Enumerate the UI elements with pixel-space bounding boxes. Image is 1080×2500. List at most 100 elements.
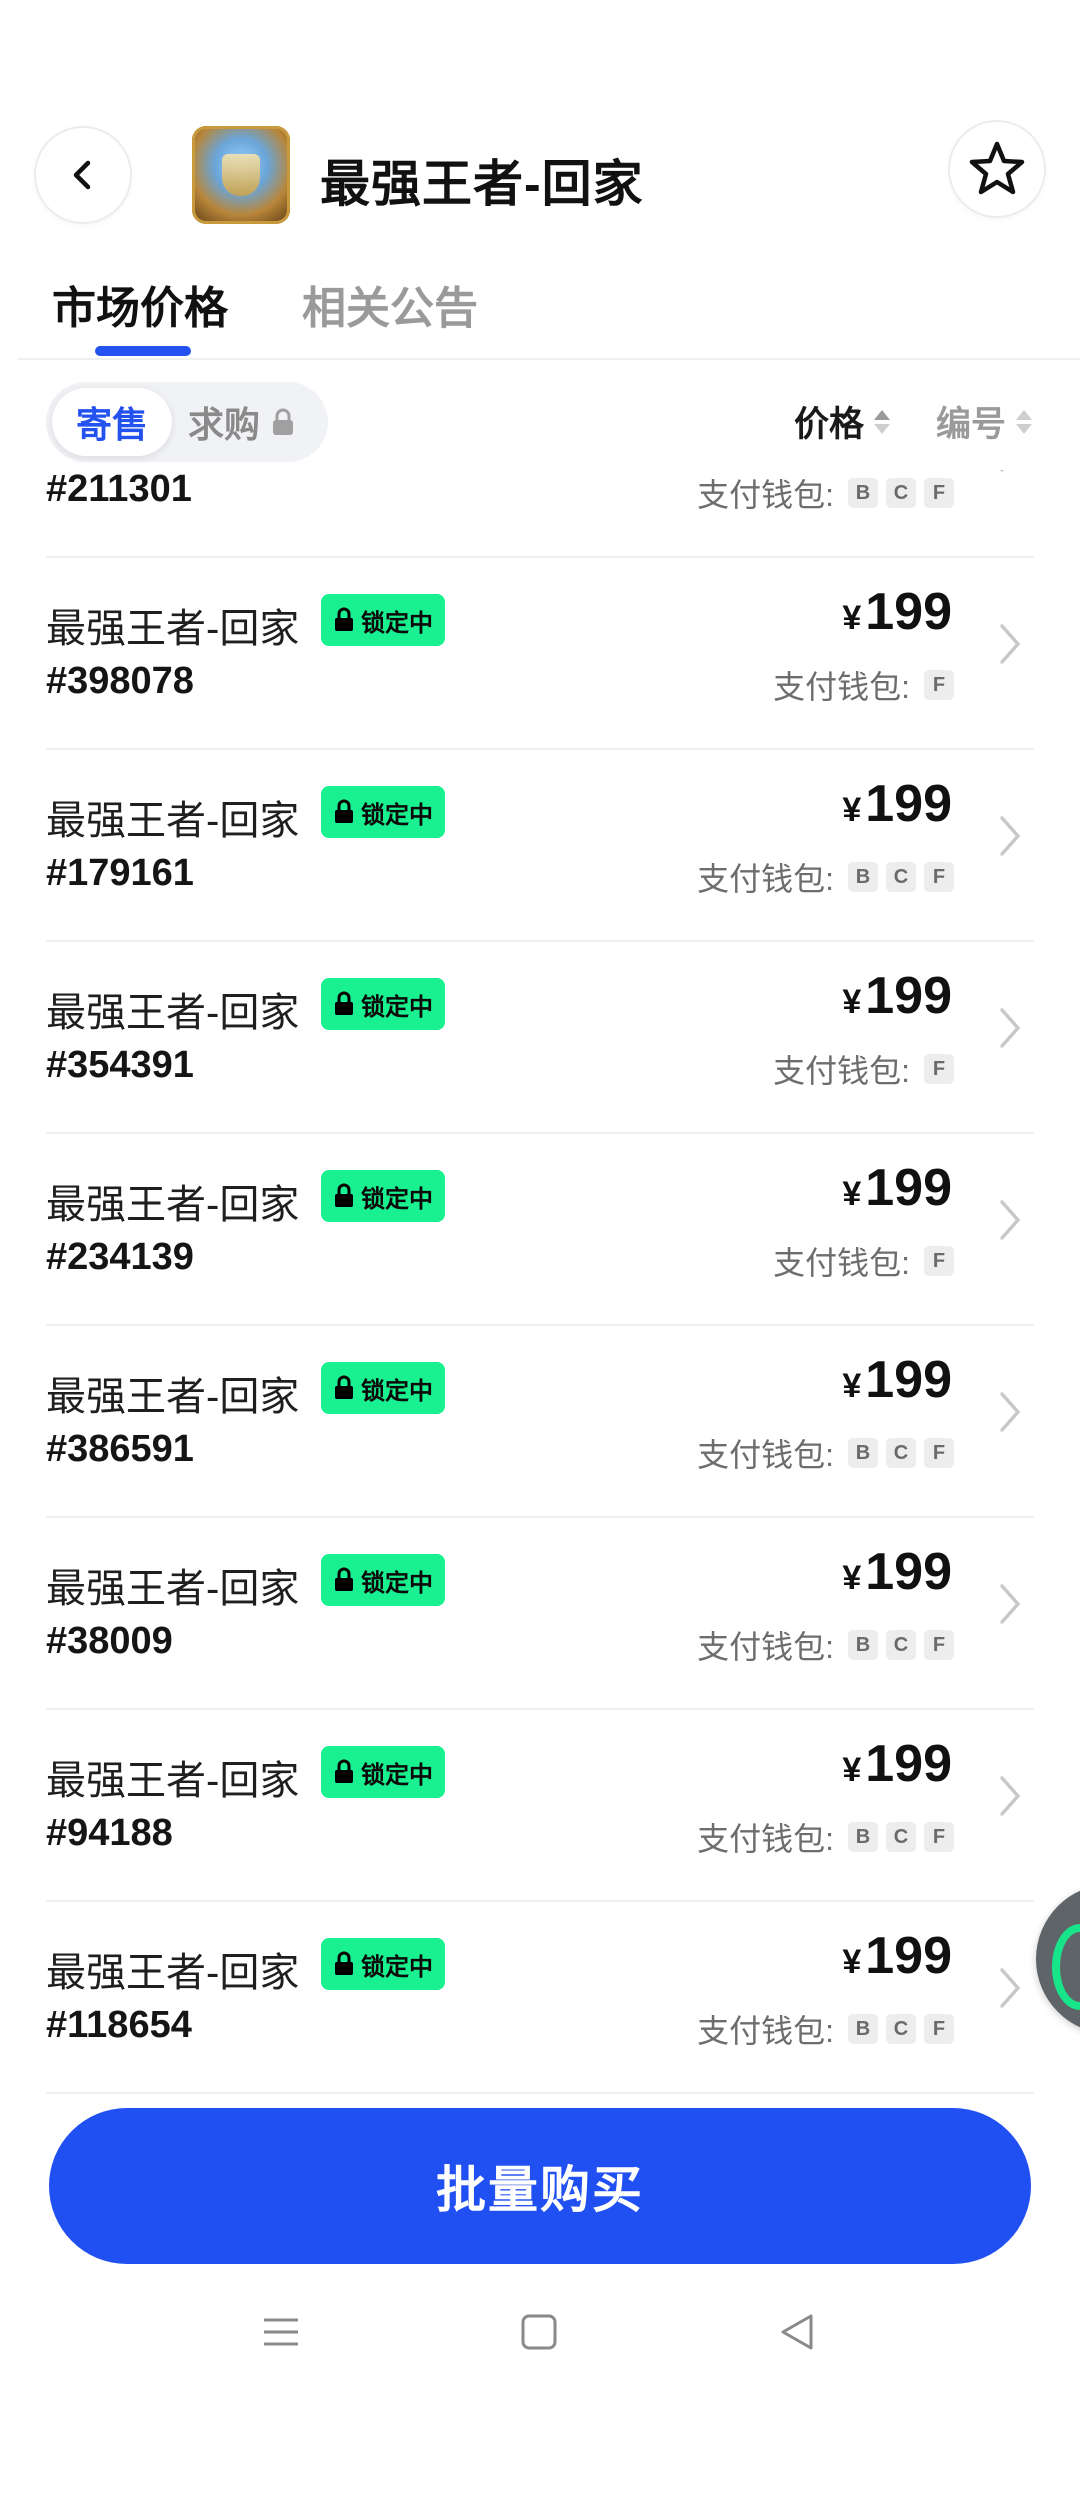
sort-number-label: 编号 [936,405,1007,444]
list-item[interactable]: 最强王者-回家 锁定中 #179161 ¥ 199 支付钱包: BCF [0,750,1080,942]
item-id: #38009 [46,1620,173,1662]
list-item[interactable]: 最强王者-回家 锁定中 #38009 ¥ 199 支付钱包: BCF [0,1518,1080,1710]
chevron-right-icon [1000,1392,1020,1432]
price-amount: 199 [865,775,952,833]
wallet-label: 支付钱包: [773,1053,910,1089]
chevron-right-icon [1000,1008,1020,1048]
item-name: 最强王者-回家 [46,799,300,843]
item-id: #179161 [46,852,194,894]
chevron-right-icon [1000,1968,1020,2008]
locked-badge-label: 锁定中 [361,609,433,637]
home-icon[interactable] [520,2312,558,2352]
back-button[interactable] [36,128,130,222]
listing-type-segment: 寄售 求购 [46,382,328,462]
wallet-label: 支付钱包: [697,861,834,897]
list-item[interactable]: 最强王者-回家 锁定中 #398078 ¥ 199 支付钱包: F [0,558,1080,750]
wallet-chip: F [924,862,954,892]
wallet-chip: C [886,1822,916,1852]
item-id: #354391 [46,1044,194,1086]
currency-symbol: ¥ [842,791,862,829]
chevron-right-icon [1000,624,1020,664]
tabs-divider [18,358,1080,360]
locked-badge: 锁定中 [321,594,445,646]
favorite-button[interactable] [950,122,1044,216]
collection-thumbnail [192,126,290,224]
payment-wallets: 支付钱包: F [773,1046,954,1092]
chevron-right-icon [1000,1584,1020,1624]
segment-buy-request[interactable]: 求购 [188,388,296,456]
sort-by-price[interactable]: 价格 [794,396,891,447]
batch-buy-button[interactable]: 批量购买 [49,2108,1031,2264]
price-amount: 199 [865,1351,952,1409]
wallet-chip: F [924,1246,954,1276]
back-triangle-icon[interactable] [778,2312,816,2352]
list-item[interactable]: 最强王者-回家 锁定中 #354391 ¥ 199 支付钱包: F [0,942,1080,1134]
item-price: ¥ 199 [842,1350,952,1410]
locked-badge: 锁定中 [321,1554,445,1606]
locked-badge-label: 锁定中 [361,1185,433,1213]
currency-symbol: ¥ [842,1175,862,1213]
sort-arrows-icon [874,409,891,434]
lock-icon [335,799,353,823]
system-nav-bar [0,2280,1080,2400]
wallet-chip: B [848,1630,878,1660]
item-id: #118654 [46,2004,192,2046]
item-name: 最强王者-回家 [46,1759,300,1803]
payment-wallets: 支付钱包: F [773,662,954,708]
item-price: ¥ 199 [842,1542,952,1602]
wallet-chip: C [886,1630,916,1660]
tab-market-price[interactable]: 市场价格 [52,272,228,336]
menu-icon[interactable] [262,2312,300,2352]
locked-badge-label: 锁定中 [361,993,433,1021]
item-name: 最强王者-回家 [46,607,300,651]
locked-badge-label: 锁定中 [361,1953,433,1981]
item-id: #234139 [46,1236,194,1278]
price-amount: 199 [865,1735,952,1793]
wallet-chip: C [886,862,916,892]
item-price: ¥ 199 [842,966,952,1026]
currency-symbol: ¥ [842,1367,862,1405]
chevron-right-icon [1000,1200,1020,1240]
item-price: ¥ 199 [842,774,952,834]
locked-badge-label: 锁定中 [361,801,433,829]
list-item[interactable]: 最强王者-回家 锁定中 #118654 ¥ 199 支付钱包: BCF [0,1902,1080,2094]
wallet-chip: C [886,2014,916,2044]
wallet-chip: F [924,670,954,700]
item-price: ¥ 199 [842,1158,952,1218]
locked-badge-label: 锁定中 [361,1377,433,1405]
tab-announcements[interactable]: 相关公告 [302,272,478,336]
item-price: ¥ 199 [842,1734,952,1794]
list-item[interactable]: 最强王者-回家 锁定中 #94188 ¥ 199 支付钱包: BCF [0,1710,1080,1902]
list-item-partial[interactable]: #211301 支付钱包: B C F [0,470,1080,558]
wallet-chip: F [924,1054,954,1084]
price-amount: 199 [865,1543,952,1601]
wallet-label: 支付钱包: [773,669,910,705]
lock-icon [335,1183,353,1207]
list-item[interactable]: 最强王者-回家 锁定中 #386591 ¥ 199 支付钱包: BCF [0,1326,1080,1518]
item-id: #398078 [46,660,194,702]
wallet-chip: B [848,2014,878,2044]
item-name: 最强王者-回家 [46,1375,300,1419]
payment-wallets: 支付钱包: BCF [697,1622,954,1668]
sort-by-number[interactable]: 编号 [936,396,1033,447]
list-item[interactable]: 最强王者-回家 锁定中 #234139 ¥ 199 支付钱包: F [0,1134,1080,1326]
lock-icon [335,1567,353,1591]
lock-icon [335,991,353,1015]
chevron-right-icon [1000,1776,1020,1816]
price-amount: 199 [865,967,952,1025]
wallet-label: 支付钱包: [697,2013,834,2049]
item-price: ¥ 199 [842,582,952,642]
lock-icon [335,1759,353,1783]
wallet-label: 支付钱包: [697,1437,834,1473]
row-divider [46,2092,1034,2094]
wallet-chip: B [848,478,878,508]
page-title: 最强王者-回家 [320,156,644,212]
payment-wallets: 支付钱包: BCF [697,854,954,900]
segment-consign[interactable]: 寄售 [52,388,172,456]
lock-icon [335,1375,353,1399]
currency-symbol: ¥ [842,1559,862,1597]
lock-icon [335,1951,353,1975]
price-amount: 199 [865,1927,952,1985]
chevron-right-icon [1000,816,1020,856]
wallet-chip: F [924,478,954,508]
